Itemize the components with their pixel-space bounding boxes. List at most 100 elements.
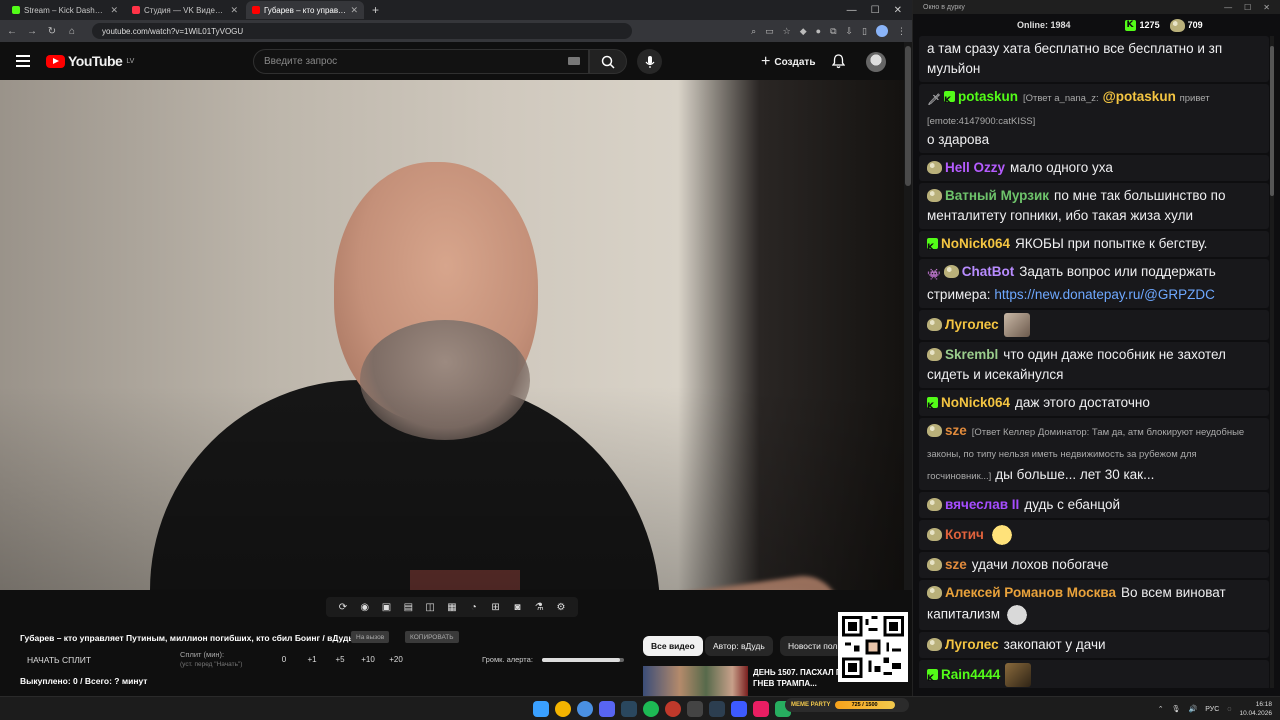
create-button[interactable]: + Создать	[755, 50, 821, 74]
chat-scrollbar[interactable]	[1270, 36, 1274, 688]
chat-username[interactable]: Луголес	[945, 637, 999, 652]
chip-news[interactable]: Новости пол	[780, 636, 846, 656]
spotify-icon[interactable]	[643, 701, 659, 717]
keyboard-icon[interactable]	[568, 57, 580, 65]
bookmark-star-icon[interactable]: ☆	[783, 26, 791, 37]
maximize-icon[interactable]: ☐	[1244, 3, 1251, 12]
close-tab-icon[interactable]: ✕	[350, 5, 358, 16]
donate-link[interactable]: https://new.donatepay.ru/@GRPZDC	[994, 287, 1215, 302]
split-value-plus1[interactable]: +1	[298, 655, 326, 664]
discord-icon[interactable]	[599, 701, 615, 717]
steam-icon[interactable]	[621, 701, 637, 717]
split-value-plus5[interactable]: +5	[326, 655, 354, 664]
flask-icon[interactable]: ⚗	[533, 601, 545, 613]
chat-username[interactable]: NoNick064	[941, 236, 1010, 251]
chat-username[interactable]: вячеслав II	[945, 497, 1019, 512]
chip-all-videos[interactable]: Все видео	[643, 636, 703, 656]
address-bar[interactable]: youtube.com/watch?v=1WiL01TyVOGU	[92, 23, 632, 39]
frames-icon[interactable]: ▦	[446, 601, 458, 613]
chat-username[interactable]: Ватный Мурзик	[945, 188, 1049, 203]
cast-icon[interactable]: ▭	[765, 26, 774, 37]
tab-youtube-video[interactable]: Губарев – кто управляет П ✕	[246, 1, 364, 19]
chat-username[interactable]: sze	[945, 423, 967, 438]
download-icon[interactable]: ⇩	[846, 26, 854, 37]
app-icon[interactable]	[709, 701, 725, 717]
mic-tray-icon[interactable]: 🎙	[1172, 705, 1181, 713]
video-player[interactable]	[0, 80, 904, 590]
back-icon[interactable]: ←	[6, 26, 18, 37]
home-icon[interactable]: ⌂	[66, 26, 78, 37]
network-icon[interactable]: ◌	[1227, 706, 1231, 713]
split-value-0[interactable]: 0	[270, 655, 298, 664]
start-split-button[interactable]: НАЧАТЬ СПЛИТ	[27, 655, 91, 665]
extension-icon[interactable]: ●	[816, 26, 821, 36]
chat-username[interactable]: Skrembl	[945, 347, 998, 362]
close-window-icon[interactable]: ✕	[894, 5, 902, 16]
video-title: Губарев – кто управляет Путиным, миллион…	[20, 633, 354, 643]
chat-username[interactable]: NoNick064	[941, 395, 1010, 410]
chat-username[interactable]: Луголес	[945, 317, 999, 332]
app-icon[interactable]	[753, 701, 769, 717]
tray-expand-icon[interactable]: ⌃	[1158, 705, 1164, 713]
chip-author[interactable]: Автор: вДудь	[705, 636, 773, 656]
app-icon[interactable]	[687, 701, 703, 717]
search-input[interactable]	[254, 50, 554, 73]
youtube-logo[interactable]: YouTube LV	[46, 53, 134, 69]
minimize-icon[interactable]: —	[1224, 3, 1232, 12]
reload-icon[interactable]: ↻	[46, 26, 58, 37]
windows-start-icon[interactable]	[533, 701, 549, 717]
chat-username[interactable]: ChatBot	[962, 264, 1015, 279]
call-pill[interactable]: На вызов	[351, 631, 390, 643]
recommendation-thumbnail[interactable]	[643, 666, 748, 696]
audio-icon[interactable]: ◉	[359, 601, 371, 613]
extension-icon[interactable]: ◆	[800, 26, 807, 37]
chat-messages[interactable]: а там сразу хата бесплатно все бесплатно…	[919, 36, 1269, 688]
online-count: 1984	[1050, 20, 1071, 30]
search-page-icon[interactable]: ⌕	[751, 26, 756, 37]
chat-username[interactable]: Rain4444	[941, 667, 1000, 682]
split-value-plus10[interactable]: +10	[354, 655, 382, 664]
pip-icon[interactable]: ◫	[424, 601, 436, 613]
app-icon[interactable]	[577, 701, 593, 717]
chat-username[interactable]: Алексей Романов Москва	[945, 585, 1116, 600]
tab-kick-dashboard[interactable]: Stream – Kick Dashboard ✕	[6, 1, 124, 19]
clock[interactable]: 16:18 10.04.2026	[1239, 700, 1272, 718]
chat-username[interactable]: potaskun	[958, 89, 1018, 104]
minimize-icon[interactable]: —	[847, 5, 857, 16]
notifications-button[interactable]	[831, 54, 846, 74]
close-tab-icon[interactable]: ✕	[230, 5, 238, 16]
maximize-icon[interactable]: ☐	[871, 5, 880, 16]
app-icon[interactable]	[731, 701, 747, 717]
close-tab-icon[interactable]: ✕	[110, 5, 118, 16]
mention[interactable]: @potaskun	[1103, 89, 1176, 104]
user-avatar[interactable]	[866, 52, 886, 72]
sidebar-icon[interactable]: ▯	[862, 26, 867, 37]
chat-username[interactable]: Котич	[945, 527, 984, 542]
chat-username[interactable]: Hell Ozzy	[945, 160, 1005, 175]
chat-username[interactable]: sze	[945, 557, 967, 572]
menu-dots-icon[interactable]: ⋮	[897, 26, 906, 37]
film-icon[interactable]: ▤	[402, 601, 414, 613]
language-indicator[interactable]: РУС	[1205, 706, 1219, 713]
speed-icon[interactable]: ◔	[468, 601, 480, 613]
hamburger-menu-icon[interactable]	[16, 52, 30, 70]
alert-volume-slider[interactable]	[542, 658, 624, 662]
loop-icon[interactable]: ⟳	[337, 601, 349, 613]
voice-search-button[interactable]	[637, 49, 662, 74]
forward-icon[interactable]: →	[26, 26, 38, 37]
close-window-icon[interactable]: ✕	[1263, 3, 1270, 12]
copy-pill[interactable]: КОПИРОВАТЬ	[405, 631, 459, 643]
extensions-puzzle-icon[interactable]: ⧉	[830, 26, 836, 37]
new-tab-button[interactable]: +	[366, 3, 385, 17]
cinema-icon[interactable]: ▣	[381, 601, 393, 613]
volume-icon[interactable]: 🔊	[1189, 705, 1198, 713]
profile-icon[interactable]	[876, 25, 888, 37]
gear-icon[interactable]: ⚙	[555, 601, 567, 613]
chrome-icon[interactable]	[555, 701, 571, 717]
obs-icon[interactable]	[665, 701, 681, 717]
tab-vk-studio[interactable]: Студия — VK Видео Live ✕	[126, 1, 244, 19]
screenshot-icon[interactable]: ◙	[511, 601, 523, 613]
add-icon[interactable]: ⊞	[490, 601, 502, 613]
search-button[interactable]	[589, 49, 627, 74]
split-value-plus20[interactable]: +20	[382, 655, 410, 664]
